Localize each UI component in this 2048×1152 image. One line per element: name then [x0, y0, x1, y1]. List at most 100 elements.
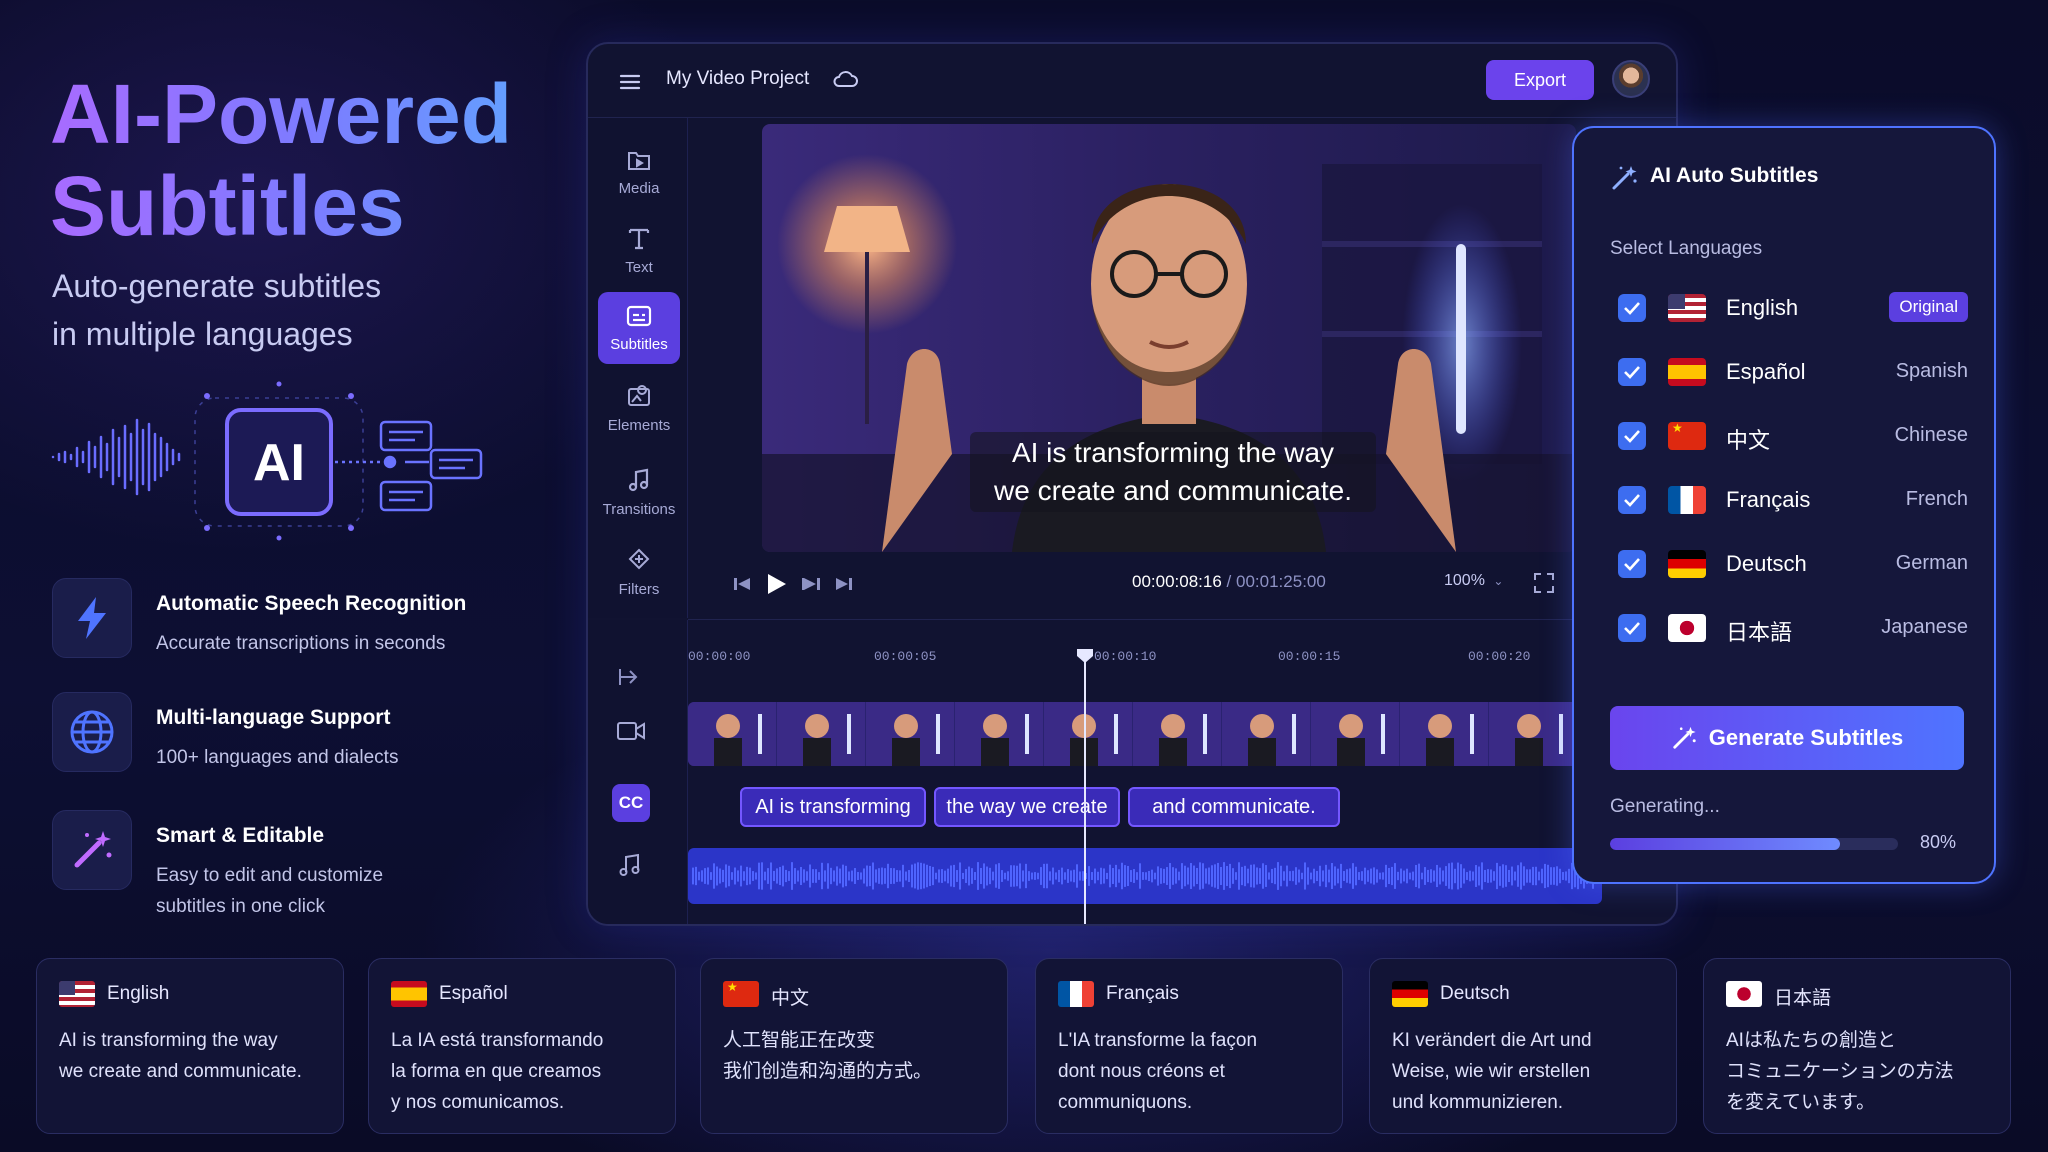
language-row-french[interactable]: Français French: [1618, 480, 1968, 520]
video-track-icon[interactable]: [616, 720, 646, 742]
tool-transitions[interactable]: Transitions: [598, 456, 680, 528]
waveform-bar: [1538, 871, 1540, 881]
waveform-bar: [1286, 865, 1288, 887]
waveform-bar: [722, 869, 724, 883]
chevron-down-icon: ⌄: [1493, 574, 1504, 588]
card-language: 中文: [771, 988, 810, 1009]
avatar[interactable]: [1612, 60, 1650, 98]
waveform-bar: [917, 862, 919, 890]
waveform-bar: [1019, 863, 1021, 889]
video-track-clip[interactable]: [688, 702, 1578, 766]
waveform-bar: [884, 868, 886, 884]
waveform-bar: [1379, 872, 1381, 880]
waveform-bar: [854, 868, 856, 884]
tool-media[interactable]: Media: [598, 136, 680, 208]
language-row-japanese[interactable]: 日本語 Japanese: [1618, 608, 1968, 648]
menu-icon[interactable]: [618, 70, 642, 94]
subtitle-clip[interactable]: and communicate.: [1128, 787, 1340, 827]
subtitle-clip[interactable]: the way we create: [934, 787, 1120, 827]
checkbox[interactable]: [1618, 294, 1646, 322]
zoom-dropdown[interactable]: 100% ⌄: [1444, 572, 1503, 590]
checkbox[interactable]: [1618, 422, 1646, 450]
waveform-bar: [1241, 866, 1243, 886]
checkbox[interactable]: [1618, 550, 1646, 578]
checkmark-icon: [1624, 622, 1640, 635]
waveform-bar: [1553, 867, 1555, 885]
tool-elements[interactable]: Elements: [598, 372, 680, 444]
waveform-bar: [1472, 871, 1474, 881]
export-button[interactable]: Export: [1486, 60, 1594, 100]
waveform-bar: [797, 870, 799, 882]
tool-filters[interactable]: Filters: [598, 536, 680, 608]
filters-icon: [628, 548, 650, 569]
playhead-handle-icon[interactable]: [1076, 648, 1094, 664]
generate-subtitles-button[interactable]: Generate Subtitles: [1610, 706, 1964, 770]
waveform-bar: [1289, 871, 1291, 881]
waveform-bar: [1271, 868, 1273, 884]
waveform-bar: [800, 866, 802, 886]
card-language: Español: [439, 983, 508, 1004]
globe-icon: [52, 692, 132, 772]
playhead[interactable]: [1084, 650, 1086, 924]
waveform-bar: [794, 868, 796, 884]
checkbox[interactable]: [1618, 486, 1646, 514]
waveform-bar: [1151, 869, 1153, 883]
waveform-bar: [695, 866, 697, 886]
sound-wave-icon: [51, 418, 181, 496]
waveform-bar: [932, 866, 934, 886]
project-title[interactable]: My Video Project: [666, 68, 809, 90]
waveform-bar: [896, 870, 898, 882]
tool-label: Media: [618, 179, 660, 197]
tool-subtitles[interactable]: Subtitles: [598, 292, 680, 364]
waveform-bar: [974, 872, 976, 880]
waveform-bar: [1466, 872, 1468, 880]
lightning-icon: [52, 578, 132, 658]
language-row-german[interactable]: Deutsch German: [1618, 544, 1968, 584]
audio-waveform[interactable]: [688, 848, 1602, 904]
language-name: Español: [1726, 359, 1806, 384]
audio-track-icon[interactable]: [618, 852, 642, 878]
waveform-bar: [788, 871, 790, 881]
cc-track-badge[interactable]: CC: [612, 784, 650, 822]
waveform-bar: [1193, 865, 1195, 887]
media-icon: [628, 151, 650, 170]
tool-text[interactable]: Text: [598, 214, 680, 286]
timeline-ruler[interactable]: 00:00:00 00:00:05 00:00:10 00:00:15: [688, 649, 1388, 669]
snap-icon[interactable]: [616, 666, 642, 688]
waveform-bar: [1469, 870, 1471, 882]
language-name: 日本語: [1726, 620, 1793, 645]
waveform-bar: [1541, 868, 1543, 884]
subtitle-clip[interactable]: AI is transforming: [740, 787, 926, 827]
waveform-bar: [1016, 865, 1018, 887]
waveform-bar: [773, 870, 775, 882]
waveform-bar: [1061, 867, 1063, 885]
spain-flag-icon: [391, 981, 427, 1007]
waveform-bar: [1031, 872, 1033, 880]
waveform-bar: [1373, 867, 1375, 885]
checkbox[interactable]: [1618, 614, 1646, 642]
language-row-english[interactable]: English Original: [1618, 288, 1968, 328]
waveform-bar: [1073, 869, 1075, 883]
waveform-bar: [923, 863, 925, 889]
checkbox[interactable]: [1618, 358, 1646, 386]
language-row-chinese[interactable]: 中文 Chinese: [1618, 416, 1968, 456]
fullscreen-icon[interactable]: [1533, 572, 1555, 594]
waveform-bar: [1430, 869, 1432, 883]
feature-title: Smart & Editable: [156, 824, 325, 847]
waveform-bar: [977, 862, 979, 890]
waveform-bar: [803, 869, 805, 883]
waveform-bar: [887, 863, 889, 889]
waveform-bar: [992, 871, 994, 881]
waveform-bar: [1064, 872, 1066, 880]
waveform-bar: [1382, 872, 1384, 880]
tool-label: Subtitles: [610, 335, 668, 353]
subtitle-overlay[interactable]: AI is transforming the way we create and…: [970, 432, 1376, 512]
waveform-bar: [911, 864, 913, 888]
feature-description: 100+ languages and dialects: [156, 747, 399, 768]
waveform-bar: [1334, 866, 1336, 886]
progress-bar: [1610, 838, 1898, 850]
waveform-bar: [1352, 863, 1354, 889]
video-preview[interactable]: AI is transforming the way we create and…: [762, 124, 1576, 552]
language-row-spanish[interactable]: Español Spanish: [1618, 352, 1968, 392]
waveform-bar: [1007, 871, 1009, 881]
